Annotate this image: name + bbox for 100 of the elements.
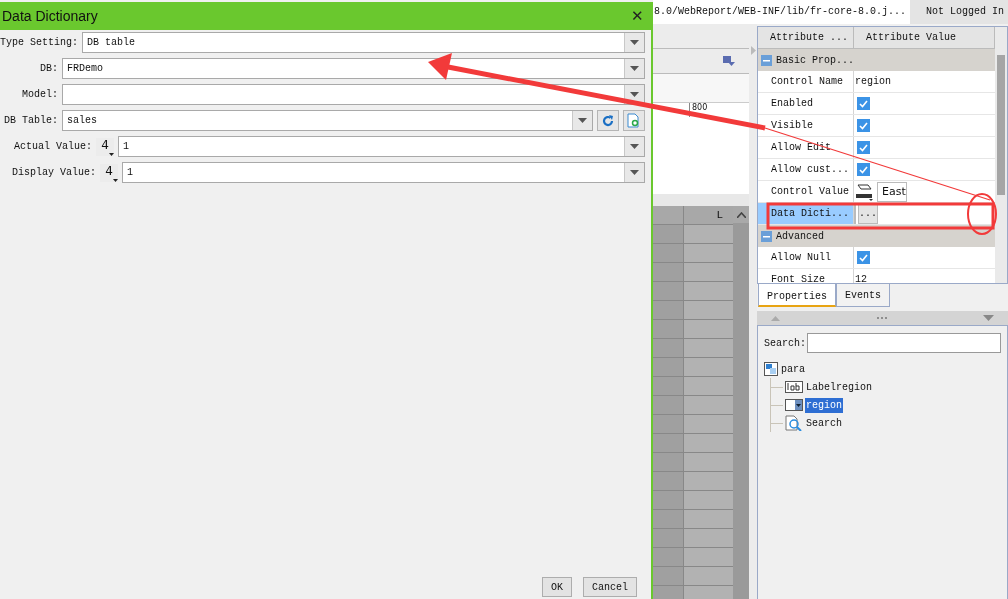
checkbox[interactable] <box>857 97 870 110</box>
row-header[interactable] <box>653 548 684 566</box>
row-header[interactable] <box>653 529 684 547</box>
row-header[interactable] <box>653 434 684 452</box>
grid-cell[interactable] <box>684 263 733 281</box>
row-header[interactable] <box>653 453 684 471</box>
scroll-up-icon[interactable] <box>736 211 746 218</box>
checkbox[interactable] <box>857 251 870 264</box>
column-header[interactable]: L <box>684 206 733 224</box>
row-header[interactable] <box>653 377 684 395</box>
caret-icon <box>630 170 639 175</box>
grid-cell[interactable] <box>684 434 733 452</box>
tree-item[interactable]: Labelregion <box>805 379 873 395</box>
row-header[interactable] <box>653 491 684 509</box>
dropdown-button[interactable] <box>624 137 644 156</box>
dialog-title: Data Dictionary <box>2 6 98 26</box>
row-header[interactable] <box>653 415 684 433</box>
form-icon <box>764 362 778 376</box>
scrollbar-thumb[interactable] <box>997 55 1005 195</box>
group-label: Advanced <box>776 229 824 244</box>
field-label: DB: <box>39 62 58 76</box>
type-selector[interactable]: 4 <box>100 163 118 182</box>
panel-tab[interactable]: Properties <box>758 284 836 307</box>
row-header[interactable] <box>653 263 684 281</box>
toolbar-dropdown-icon[interactable] <box>723 56 735 66</box>
field-label: Model: <box>21 88 58 102</box>
collapse-icon[interactable] <box>761 230 772 242</box>
dropdown-button[interactable] <box>572 111 592 130</box>
collapse-icon[interactable] <box>761 54 772 66</box>
drag-handle-icon[interactable] <box>876 317 887 319</box>
tree-item[interactable]: region <box>805 397 843 413</box>
row-header[interactable] <box>653 244 684 262</box>
file-path: 8.0/WebReport/WEB-INF/lib/fr-core-8.0.j... <box>653 0 911 24</box>
tree-item[interactable]: para <box>780 361 806 377</box>
tree-item[interactable]: Search <box>805 415 843 431</box>
row-header[interactable] <box>653 472 684 490</box>
search-field[interactable] <box>807 333 1001 353</box>
row-header[interactable] <box>653 301 684 319</box>
row-header[interactable] <box>653 282 684 300</box>
ruler-mark: 800 <box>692 103 708 113</box>
select-field[interactable]: 1 <box>122 162 645 183</box>
row-header[interactable] <box>653 396 684 414</box>
grid-cell[interactable] <box>684 548 733 566</box>
document-search-icon <box>627 113 641 128</box>
highlight-ellipse <box>967 193 997 235</box>
checkbox[interactable] <box>857 163 870 176</box>
select-field[interactable] <box>62 84 645 105</box>
dropdown-button[interactable] <box>624 59 644 78</box>
select-field[interactable]: FRDemo <box>62 58 645 79</box>
grid-cell[interactable] <box>684 510 733 528</box>
row-header[interactable] <box>653 510 684 528</box>
row-header[interactable] <box>653 586 684 599</box>
grid-cell[interactable] <box>684 244 733 262</box>
login-status: Not Logged In <box>910 0 1008 24</box>
grid-cell[interactable] <box>684 282 733 300</box>
row-header[interactable] <box>653 567 684 585</box>
select-field[interactable]: 1 <box>118 136 645 157</box>
grid-cell[interactable] <box>684 358 733 376</box>
close-button[interactable]: ✕ <box>625 4 649 28</box>
checkbox[interactable] <box>857 119 870 132</box>
type-selector[interactable]: 4 <box>96 137 114 156</box>
field-label: DB Table: <box>3 114 58 128</box>
dialog-button[interactable]: Cancel <box>583 577 637 597</box>
row-header[interactable] <box>653 339 684 357</box>
panel-tab[interactable]: Events <box>836 284 891 307</box>
grid-cell[interactable] <box>684 377 733 395</box>
collapse-down-icon[interactable] <box>983 315 994 321</box>
grid-cell[interactable] <box>684 453 733 471</box>
grid-cell[interactable] <box>684 301 733 319</box>
grid-cell[interactable] <box>684 472 733 490</box>
dropdown-button[interactable] <box>624 33 644 52</box>
dropdown-button[interactable] <box>624 163 644 182</box>
preview-button[interactable] <box>623 110 645 131</box>
grid-cell[interactable] <box>684 491 733 509</box>
grid-cell[interactable] <box>684 586 733 599</box>
grid-cell[interactable] <box>684 320 733 338</box>
refresh-button[interactable] <box>597 110 619 131</box>
value-field[interactable]: East <box>877 181 907 202</box>
row-header[interactable] <box>653 225 684 243</box>
caret-icon <box>630 144 639 149</box>
caret-icon <box>113 178 118 182</box>
grid-cell[interactable] <box>684 529 733 547</box>
search-label: Search: <box>764 336 806 351</box>
grid-cell[interactable] <box>684 225 733 243</box>
grid-cell[interactable] <box>684 415 733 433</box>
grid-cell[interactable] <box>684 567 733 585</box>
grid-cell[interactable] <box>684 339 733 357</box>
row-header[interactable] <box>653 320 684 338</box>
checkbox[interactable] <box>857 141 870 154</box>
text-type-icon[interactable] <box>855 182 875 201</box>
column-header[interactable]: Attribute ... <box>758 27 854 48</box>
collapse-arrow-icon[interactable] <box>750 46 756 55</box>
collapse-up-icon[interactable] <box>771 315 780 321</box>
select-field[interactable]: sales <box>62 110 593 131</box>
row-header[interactable] <box>653 358 684 376</box>
dialog-button[interactable]: OK <box>541 577 572 597</box>
scrollbar[interactable] <box>733 206 749 599</box>
dropdown-widget-icon <box>785 399 803 411</box>
select-field[interactable]: DB table <box>82 32 645 53</box>
grid-cell[interactable] <box>684 396 733 414</box>
